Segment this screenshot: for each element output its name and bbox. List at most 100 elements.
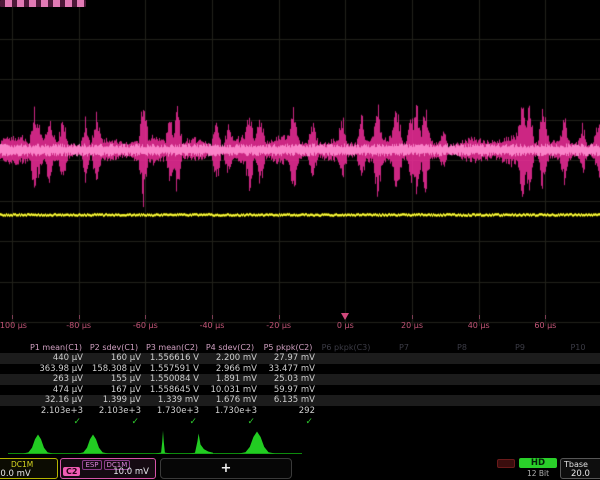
param-value: 155 µV bbox=[85, 374, 143, 385]
axis-tick bbox=[545, 315, 546, 319]
param-header[interactable]: P3 mean(C2) bbox=[143, 342, 201, 353]
axis-tick bbox=[479, 315, 480, 319]
param-value bbox=[433, 353, 491, 364]
param-value: 2.200 mV bbox=[201, 353, 259, 364]
param-value bbox=[433, 385, 491, 396]
hd-badge[interactable]: HD bbox=[519, 458, 557, 468]
param-value: 6.135 mV bbox=[259, 395, 317, 406]
param-value bbox=[317, 364, 375, 375]
param-value: 474 µV bbox=[27, 385, 85, 396]
timebase-value: 20.0 bbox=[571, 469, 590, 479]
c2-channel-badge: C2 bbox=[63, 467, 80, 476]
param-value bbox=[491, 395, 549, 406]
c2-esp-tag: ESP bbox=[82, 460, 101, 470]
axis-tick bbox=[79, 315, 80, 319]
axis-tick bbox=[279, 315, 280, 319]
param-value bbox=[433, 395, 491, 406]
param-value bbox=[549, 364, 600, 375]
measurement-histicons[interactable] bbox=[0, 430, 600, 458]
axis-tick bbox=[412, 315, 413, 319]
param-status-check: ✓ bbox=[85, 416, 143, 429]
status-bar: DC1M 10.0 mV C2ESPDC1M 10.0 mV + HD 12 B… bbox=[0, 458, 600, 480]
trigger-position-icon[interactable] bbox=[341, 313, 349, 320]
param-value bbox=[433, 374, 491, 385]
param-value: 1.676 mV bbox=[201, 395, 259, 406]
time-axis-label: 40 µs bbox=[468, 321, 490, 330]
param-value: 2.103e+3 bbox=[27, 406, 85, 417]
hd-bits-label: 12 Bit bbox=[519, 469, 557, 478]
param-value bbox=[491, 406, 549, 417]
param-value bbox=[317, 353, 375, 364]
param-header[interactable]: P6 pkpk(C3) bbox=[317, 342, 375, 353]
param-header[interactable]: P10 bbox=[549, 342, 600, 353]
param-value: 158.308 µV bbox=[85, 364, 143, 375]
param-status-check: ✓ bbox=[201, 416, 259, 429]
param-value: 1.550084 V bbox=[143, 374, 201, 385]
param-header[interactable]: P9 bbox=[491, 342, 549, 353]
param-status-check: ✓ bbox=[27, 416, 85, 429]
param-header[interactable]: P8 bbox=[433, 342, 491, 353]
param-value: 1.556616 V bbox=[143, 353, 201, 364]
channel-c2-descriptor[interactable]: C2ESPDC1M 10.0 mV bbox=[60, 458, 156, 479]
param-status-check bbox=[549, 416, 600, 429]
param-value bbox=[317, 385, 375, 396]
axis-tick bbox=[145, 315, 146, 319]
param-value: 1.891 mV bbox=[201, 374, 259, 385]
histicon[interactable] bbox=[239, 432, 275, 454]
param-header[interactable]: P4 sdev(C2) bbox=[201, 342, 259, 353]
param-status-check: ✓ bbox=[143, 416, 201, 429]
trace-annotation-badge[interactable] bbox=[0, 0, 86, 7]
time-axis-label: 60 µs bbox=[534, 321, 556, 330]
param-header[interactable]: P7 bbox=[375, 342, 433, 353]
param-value bbox=[549, 395, 600, 406]
param-header[interactable]: P1 mean(C1) bbox=[27, 342, 85, 353]
time-axis-label: -60 µs bbox=[133, 321, 158, 330]
param-value bbox=[375, 374, 433, 385]
param-value: 33.477 mV bbox=[259, 364, 317, 375]
param-value: 10.031 mV bbox=[201, 385, 259, 396]
channel-c1-descriptor[interactable]: DC1M 10.0 mV bbox=[0, 458, 58, 479]
param-value: 1.730e+3 bbox=[201, 406, 259, 417]
timebase-descriptor[interactable]: Tbase 20.0 bbox=[560, 458, 600, 479]
oscilloscope-screen: -100 µs-80 µs-60 µs-40 µs-20 µs0 µs20 µs… bbox=[0, 0, 600, 480]
hd-mode-descriptor[interactable]: HD 12 Bit bbox=[519, 458, 557, 479]
param-value bbox=[491, 353, 549, 364]
waveform-canvas bbox=[0, 0, 600, 336]
param-header[interactable]: P2 sdev(C1) bbox=[85, 342, 143, 353]
partial-descriptor-box bbox=[497, 459, 515, 468]
param-header[interactable]: P5 pkpk(C2) bbox=[259, 342, 317, 353]
c1-scale-value: 10.0 mV bbox=[0, 469, 31, 479]
param-value bbox=[317, 406, 375, 417]
param-value bbox=[549, 374, 600, 385]
axis-tick bbox=[212, 315, 213, 319]
param-value: 32.16 µV bbox=[27, 395, 85, 406]
param-value: 1.557591 V bbox=[143, 364, 201, 375]
plus-icon[interactable]: + bbox=[221, 460, 232, 475]
param-value: 167 µV bbox=[85, 385, 143, 396]
time-axis-label: -40 µs bbox=[200, 321, 225, 330]
c1-coupling-label: DC1M bbox=[11, 460, 33, 469]
param-value: 59.97 mV bbox=[259, 385, 317, 396]
param-status-check bbox=[491, 416, 549, 429]
param-value bbox=[491, 364, 549, 375]
param-value bbox=[375, 406, 433, 417]
time-axis-label: 20 µs bbox=[401, 321, 423, 330]
histicon[interactable] bbox=[78, 435, 108, 454]
param-value: 27.97 mV bbox=[259, 353, 317, 364]
time-axis-label: 0 µs bbox=[337, 321, 354, 330]
waveform-grid[interactable]: -100 µs-80 µs-60 µs-40 µs-20 µs0 µs20 µs… bbox=[0, 0, 600, 336]
time-axis-label: -100 µs bbox=[0, 321, 27, 330]
c2-scale-value: 10.0 mV bbox=[113, 467, 149, 477]
histicon[interactable] bbox=[23, 435, 53, 454]
param-value bbox=[491, 374, 549, 385]
param-value bbox=[549, 385, 600, 396]
param-value bbox=[433, 406, 491, 417]
param-value bbox=[549, 406, 600, 417]
add-trace-panel[interactable]: + bbox=[160, 458, 292, 479]
histicon[interactable] bbox=[155, 431, 171, 454]
param-value bbox=[549, 353, 600, 364]
param-status-check bbox=[375, 416, 433, 429]
param-value bbox=[375, 353, 433, 364]
histicon[interactable] bbox=[189, 434, 213, 454]
param-value bbox=[375, 395, 433, 406]
